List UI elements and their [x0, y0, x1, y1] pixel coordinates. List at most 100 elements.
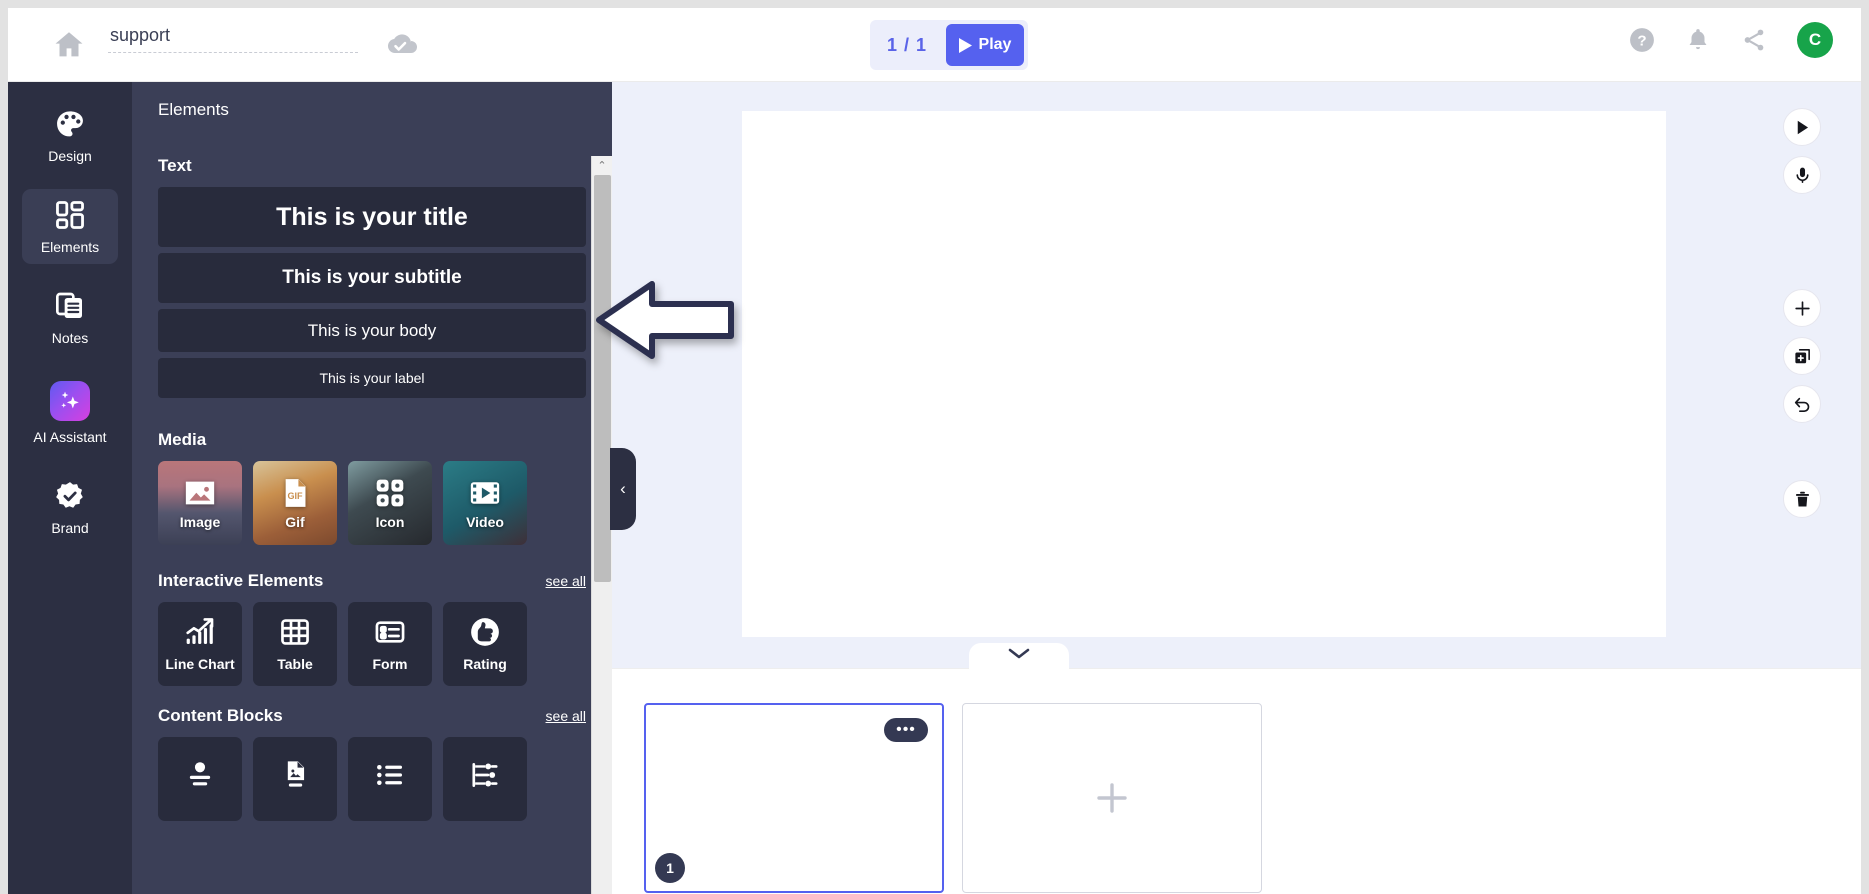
home-icon[interactable] [52, 28, 86, 62]
slide-thumbnail[interactable]: ••• 1 [644, 703, 944, 893]
sidebar-item-brand[interactable]: Brand [22, 470, 118, 545]
tile-label: Video [466, 514, 504, 530]
tile-label: Image [179, 514, 221, 530]
toolbar-duplicate-button[interactable] [1783, 337, 1821, 375]
toolbar-play-button[interactable] [1783, 108, 1821, 146]
line-chart-icon [184, 616, 216, 648]
toolbar-undo-button[interactable] [1783, 385, 1821, 423]
slide-canvas[interactable] [742, 111, 1666, 637]
plus-icon [1794, 300, 1810, 316]
sidebar-item-label: Elements [40, 239, 100, 255]
section-header-text: Text [158, 156, 586, 176]
scroll-up-arrow[interactable]: ⌃ [592, 156, 612, 175]
play-button[interactable]: Play [946, 24, 1024, 66]
slide-options-button[interactable]: ••• [884, 718, 928, 742]
sidebar-item-label: Notes [51, 330, 89, 346]
thumbs-up-icon [469, 616, 501, 648]
panel-collapse-handle[interactable]: ‹ [610, 448, 636, 530]
see-all-interactive-link[interactable]: see all [546, 573, 586, 589]
text-element-subtitle[interactable]: This is your subtitle [158, 253, 586, 303]
notes-pages-icon [54, 290, 86, 322]
avatar-initial: C [1808, 30, 1822, 49]
tile-label: Rating [463, 656, 507, 672]
play-icon [1797, 120, 1808, 134]
sidebar-item-label: Design [48, 148, 92, 164]
profile-block-icon [184, 759, 216, 791]
undo-icon [1794, 397, 1809, 412]
media-tile-gif[interactable]: GIF Gif [253, 461, 337, 545]
content-block-tile-timeline[interactable] [443, 737, 527, 821]
panel-scrollbar[interactable]: ⌃ ⌄ [591, 156, 612, 894]
document-title-field[interactable] [108, 25, 358, 53]
media-tile-image[interactable]: Image [158, 461, 242, 545]
notification-bell-icon[interactable] [1685, 27, 1711, 53]
page-counter: 1 / 1 [886, 34, 928, 55]
sidebar-item-ai-assistant[interactable]: AI Assistant [22, 371, 118, 454]
chevron-down-icon [1008, 648, 1030, 659]
media-tile-icon[interactable]: Icon [348, 461, 432, 545]
text-element-label[interactable]: This is your label [158, 358, 586, 398]
element-tile-form[interactable]: Form [348, 602, 432, 686]
tile-label: Icon [375, 514, 405, 530]
see-all-content-blocks-link[interactable]: see all [546, 708, 586, 724]
section-header-interactive: Interactive Elements see all [158, 571, 586, 591]
gif-file-icon: GIF [278, 476, 312, 510]
media-tile-row: Image GIF Gif Icon Video [158, 461, 586, 545]
scrollbar-thumb[interactable] [594, 175, 611, 582]
panel-title: Elements [158, 100, 229, 119]
slide-thumbnail-list: ••• 1 [644, 703, 1262, 893]
bullet-list-icon [374, 759, 406, 791]
sidebar-item-notes[interactable]: Notes [22, 280, 118, 355]
sidebar-item-label: Brand [51, 520, 89, 536]
sparkles-icon [50, 381, 90, 421]
topbar-actions: ? C [1629, 22, 1833, 58]
element-tile-line-chart[interactable]: Line Chart [158, 602, 242, 686]
app-window: 1 / 1 Play ? C Des [8, 8, 1861, 894]
slide-tray: ••• 1 [612, 643, 1861, 894]
section-header-content-blocks: Content Blocks see all [158, 706, 586, 726]
text-element-body[interactable]: This is your body [158, 309, 586, 352]
svg-text:?: ? [1637, 32, 1646, 49]
element-tile-rating[interactable]: Rating [443, 602, 527, 686]
help-circle-icon[interactable]: ? [1629, 27, 1655, 53]
cloud-check-icon [380, 30, 420, 60]
badge-check-icon [54, 480, 86, 512]
tile-label: Table [277, 656, 313, 672]
tile-label: This is your subtitle [282, 267, 462, 288]
media-tile-video[interactable]: Video [443, 461, 527, 545]
tile-label: This is your body [307, 320, 437, 340]
tile-label: This is your title [276, 202, 468, 231]
image-icon [183, 476, 217, 510]
sidebar-item-elements[interactable]: Elements [22, 189, 118, 264]
slide-number-badge: 1 [655, 853, 685, 883]
document-title-input[interactable] [108, 25, 358, 52]
content-block-tile-list[interactable] [348, 737, 432, 821]
content-block-tile-row [158, 737, 586, 821]
text-element-title[interactable]: This is your title [158, 187, 586, 247]
grid-blocks-icon [54, 199, 86, 231]
tray-collapse-tab[interactable] [969, 643, 1069, 670]
add-slide-button[interactable] [962, 703, 1262, 893]
toolbar-add-button[interactable] [1783, 289, 1821, 327]
playback-group: 1 / 1 Play [870, 20, 1028, 70]
toolbar-microphone-button[interactable] [1783, 156, 1821, 194]
share-icon[interactable] [1741, 27, 1767, 53]
element-tile-table[interactable]: Table [253, 602, 337, 686]
tile-label: This is your label [319, 370, 425, 386]
left-arrow-pointer [596, 281, 734, 359]
toolbar-delete-button[interactable] [1783, 480, 1821, 518]
play-button-label: Play [978, 36, 1012, 53]
tile-label: Form [372, 656, 408, 672]
user-avatar[interactable]: C [1797, 22, 1833, 58]
canvas-toolbar [1783, 108, 1821, 518]
content-block-tile-profile[interactable] [158, 737, 242, 821]
section-header-media: Media [158, 430, 586, 450]
content-block-tile-document[interactable] [253, 737, 337, 821]
section-title: Media [158, 430, 207, 449]
duplicate-icon [1794, 348, 1810, 363]
play-icon [958, 37, 972, 53]
timeline-icon [469, 759, 501, 791]
microphone-icon [1795, 167, 1809, 183]
sidebar-item-design[interactable]: Design [22, 98, 118, 173]
form-icon [374, 616, 406, 648]
